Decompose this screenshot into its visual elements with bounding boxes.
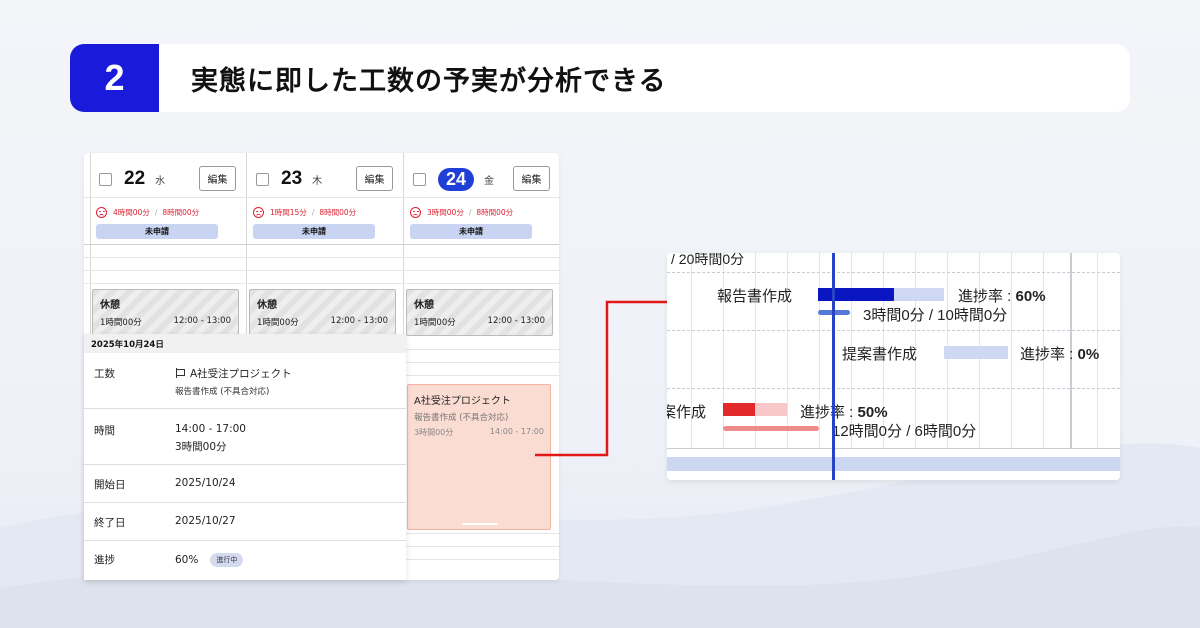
frown-icon <box>253 206 264 218</box>
progress-label: 進捗率 : <box>958 288 1016 305</box>
heading-banner: 2 実態に即した工数の予実が分析できる <box>70 44 1130 112</box>
gantt-hours: 12時間0分 / 6時間0分 <box>832 423 977 440</box>
gantt-progress-bar <box>818 288 894 301</box>
gantt-task-name: 案作成 <box>667 404 707 421</box>
progress-label: 進捗率 : <box>800 404 858 421</box>
gantt-task-name: 提案書作成 <box>842 346 918 363</box>
actual-hours: 3時間00分 <box>427 207 464 217</box>
day-select-checkbox[interactable] <box>413 172 426 186</box>
today-line <box>832 253 835 480</box>
detail-date: 2025年10月24日 <box>84 334 406 353</box>
day-summary: 3時間00分 / 8時間00分 <box>410 205 513 219</box>
task-range: 14:00 - 17:00 <box>489 427 544 436</box>
day-summary: 1時間15分 / 8時間00分 <box>253 205 356 219</box>
task-detail-popup: 2025年10月24日 工数 A社受注プロジェクト 報告書作成 (不具合対応) … <box>84 334 406 580</box>
progress-value: 60% <box>1015 288 1046 305</box>
edit-button[interactable]: 編集 <box>199 166 236 191</box>
heading-title: 実態に即した工数の予実が分析できる <box>191 65 667 97</box>
progress-status-badge: 進行中 <box>210 553 244 567</box>
detail-label: 工数 <box>94 368 115 380</box>
day-header-24: 24 金 <box>413 165 494 193</box>
gantt-progress-bar <box>723 403 755 416</box>
gantt-actual-bar <box>723 426 819 431</box>
day-number: 23 <box>281 168 303 189</box>
rest-block[interactable]: 休憩 1時間00分 12:00 - 13:00 <box>406 289 553 336</box>
detail-label: 開始日 <box>94 479 126 491</box>
day-select-checkbox[interactable] <box>256 172 269 186</box>
detail-project: A社受注プロジェクト <box>190 368 292 380</box>
detail-task: 報告書作成 (不具合対応) <box>175 387 270 397</box>
progress-label: 進捗率 : <box>1020 346 1078 363</box>
rest-range: 12:00 - 13:00 <box>330 316 388 326</box>
gantt-cut-label: / 20時間0分 <box>671 253 745 267</box>
planned-hours: 8時間00分 <box>319 207 357 217</box>
rest-title: 休憩 <box>257 300 277 311</box>
day-header-23: 23 木 <box>256 165 322 193</box>
rest-duration: 1時間00分 <box>414 318 456 328</box>
planned-hours: 8時間00分 <box>476 207 514 217</box>
gantt-chart: / 20時間0分 報告書作成 進捗率 : 60% 3時間0分 / 10時間0分 … <box>667 253 1120 480</box>
detail-start-date: 2025/10/24 <box>175 477 236 489</box>
status-badge[interactable]: 未申請 <box>96 224 218 239</box>
progress-value: 0% <box>1077 346 1100 363</box>
gantt-task-name: 報告書作成 <box>717 288 793 305</box>
status-badge[interactable]: 未申請 <box>410 224 532 239</box>
rest-range: 12:00 - 13:00 <box>173 316 231 326</box>
task-duration: 3時間00分 <box>414 428 454 437</box>
day-select-checkbox[interactable] <box>99 172 112 186</box>
day-of-week: 金 <box>484 175 495 187</box>
day-of-week: 木 <box>312 175 323 187</box>
detail-label: 進捗 <box>94 554 115 566</box>
frown-icon <box>96 206 107 218</box>
detail-time-range: 14:00 - 17:00 <box>175 423 246 435</box>
task-event-block[interactable]: A社受注プロジェクト 報告書作成 (不具合対応) 3時間00分 14:00 - … <box>407 384 551 530</box>
rest-block[interactable]: 休憩 1時間00分 12:00 - 13:00 <box>249 289 396 336</box>
task-project: A社受注プロジェクト <box>414 396 511 407</box>
progress-value: 50% <box>857 404 888 421</box>
flag-icon <box>175 368 185 378</box>
gantt-plan-bar[interactable] <box>944 346 1008 359</box>
day-of-week: 水 <box>155 175 166 187</box>
rest-duration: 1時間00分 <box>100 318 142 328</box>
actual-hours: 1時間15分 <box>270 207 307 217</box>
detail-progress-value: 60% <box>175 554 199 566</box>
rest-duration: 1時間00分 <box>257 318 299 328</box>
gantt-progress: 進捗率 : 0% <box>1020 343 1099 364</box>
rest-title: 休憩 <box>100 300 120 311</box>
day-number-today: 24 <box>438 167 475 191</box>
rest-block[interactable]: 休憩 1時間00分 12:00 - 13:00 <box>92 289 239 336</box>
day-summary: 4時間00分 / 8時間00分 <box>96 205 199 219</box>
gantt-summary-bar <box>667 457 1120 471</box>
edit-button[interactable]: 編集 <box>513 166 550 191</box>
detail-row-kosu: 工数 A社受注プロジェクト 報告書作成 (不具合対応) <box>84 353 406 409</box>
task-name: 報告書作成 (不具合対応) <box>414 413 509 423</box>
step-number: 2 <box>70 44 159 112</box>
detail-time-duration: 3時間00分 <box>175 441 227 453</box>
detail-row-start: 開始日 2025/10/24 <box>84 465 406 503</box>
day-number: 22 <box>124 168 146 189</box>
actual-hours: 4時間00分 <box>113 207 150 217</box>
frown-icon <box>410 206 421 218</box>
day-header-22: 22 水 <box>99 165 165 193</box>
gantt-hours: 3時間0分 / 10時間0分 <box>863 307 1008 324</box>
detail-label: 終了日 <box>94 517 126 529</box>
detail-row-progress: 進捗 60% 進行中 <box>84 541 406 579</box>
edit-button[interactable]: 編集 <box>356 166 393 191</box>
detail-end-date: 2025/10/27 <box>175 515 236 527</box>
planned-hours: 8時間00分 <box>162 207 200 217</box>
rest-title: 休憩 <box>414 300 434 311</box>
detail-row-time: 時間 14:00 - 17:00 3時間00分 <box>84 409 406 465</box>
detail-label: 時間 <box>94 425 115 437</box>
gantt-progress: 進捗率 : 60% <box>958 285 1046 306</box>
resize-handle[interactable] <box>462 523 498 525</box>
rest-range: 12:00 - 13:00 <box>487 316 545 326</box>
status-badge[interactable]: 未申請 <box>253 224 375 239</box>
detail-row-end: 終了日 2025/10/27 <box>84 503 406 541</box>
gantt-progress: 進捗率 : 50% <box>800 401 888 422</box>
